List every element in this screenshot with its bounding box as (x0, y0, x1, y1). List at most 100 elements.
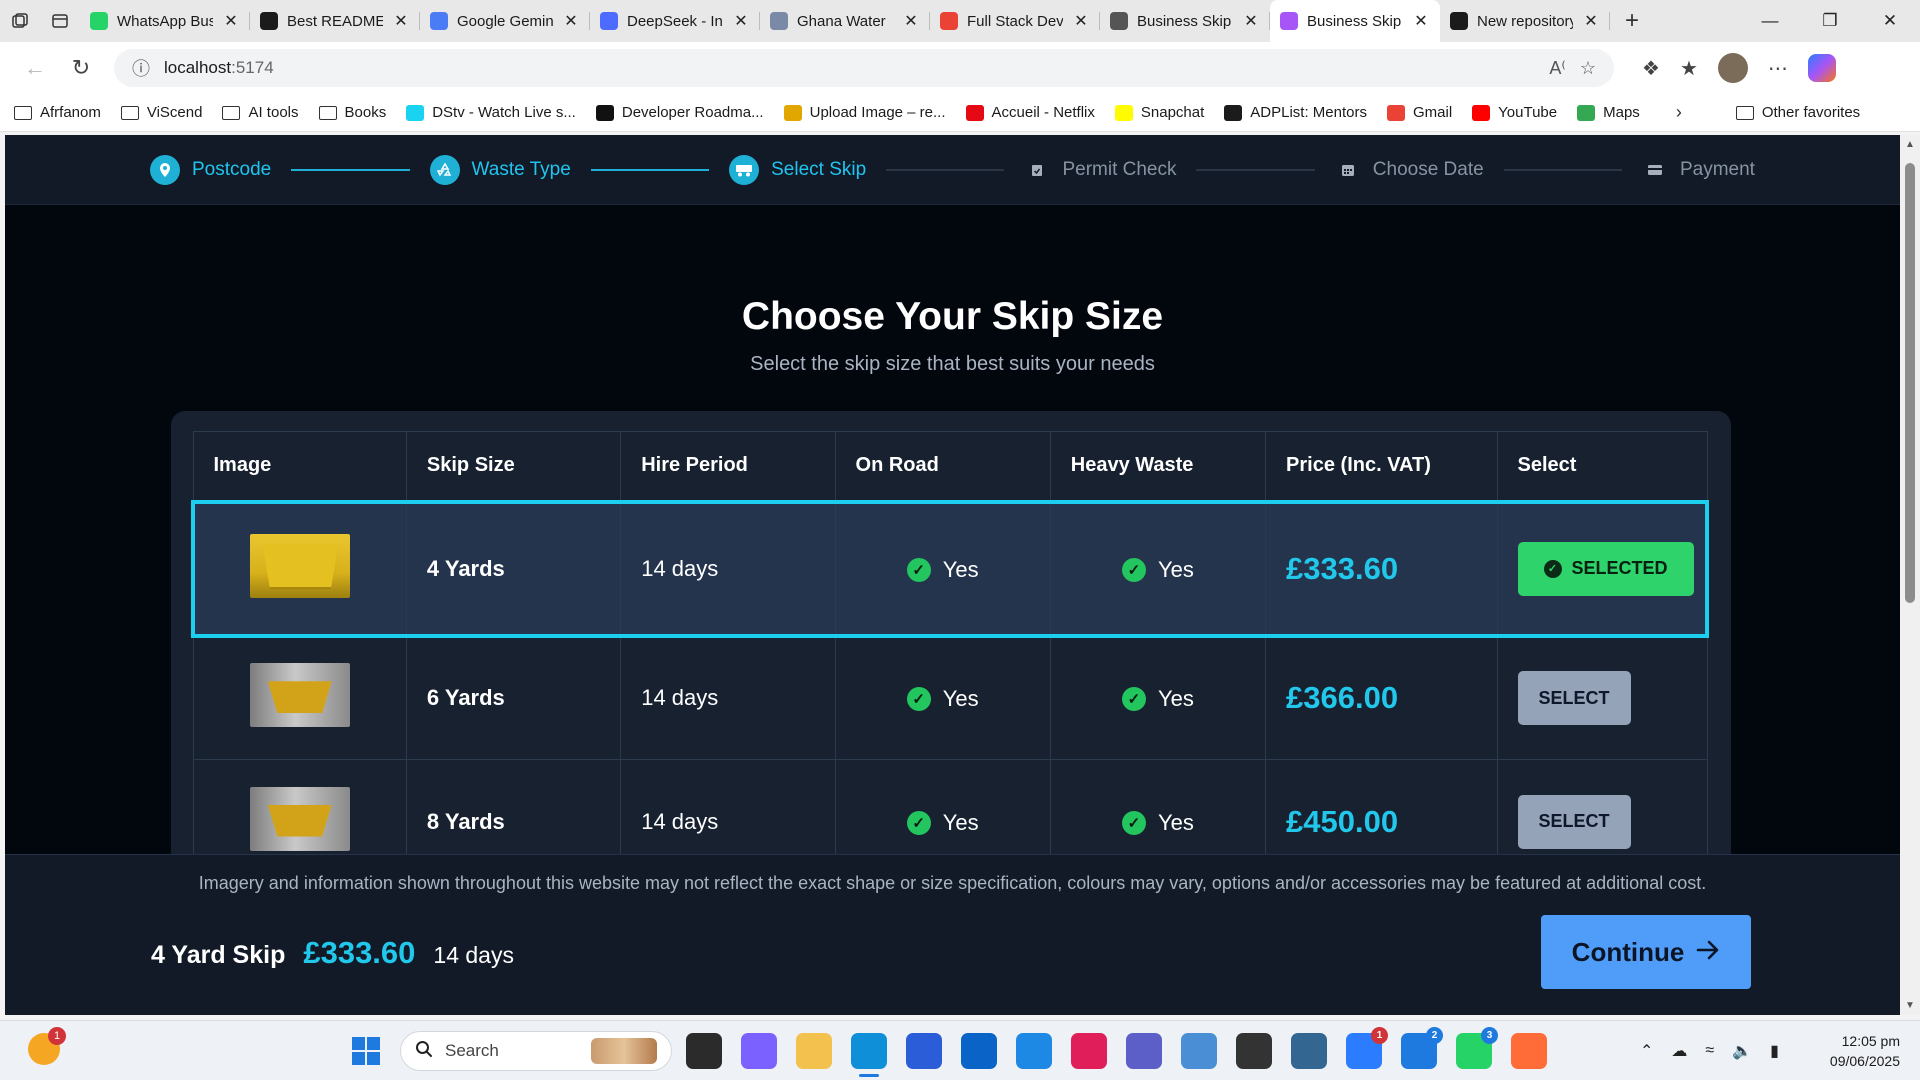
bookmark-item[interactable]: AI tools (222, 104, 299, 121)
close-icon[interactable]: ✕ (222, 11, 240, 31)
weather-widget-icon[interactable]: 1 (28, 1027, 66, 1065)
step-payment[interactable]: Payment (1642, 157, 1755, 183)
table-row[interactable]: 6 Yards 14 days ✓ Yes ✓ Yes £366.00 SELECT (192, 635, 1708, 760)
postman-icon[interactable] (1511, 1033, 1547, 1069)
teams-icon[interactable] (1126, 1033, 1162, 1069)
bookmark-item[interactable]: Snapchat (1114, 104, 1204, 121)
bookmark-item[interactable]: Books (318, 104, 386, 121)
select-button[interactable]: SELECT (1517, 671, 1631, 726)
other-favorites[interactable]: Other favorites (1735, 104, 1860, 121)
browser-tab[interactable]: New repository ✕ (1440, 0, 1610, 42)
close-icon[interactable]: ✕ (1242, 11, 1260, 31)
table-row[interactable]: 4 Yards 14 days ✓ Yes ✓ Yes £333.60 ✓ SELECTED (190, 499, 1709, 638)
more-options-icon[interactable]: ⋯ (1768, 56, 1788, 81)
copilot-m365-icon[interactable] (741, 1033, 777, 1069)
soccer-app-icon[interactable] (1236, 1033, 1272, 1069)
whatsapp-icon (90, 12, 108, 30)
site-info-icon[interactable]: ⓘ (132, 55, 150, 81)
read-aloud-icon[interactable]: A⁽ (1549, 58, 1565, 79)
bookmark-item[interactable]: Afrfanom (14, 104, 101, 121)
postgresql-icon[interactable] (1291, 1033, 1327, 1069)
browser-tab[interactable]: DeepSeek - Into ✕ (590, 0, 760, 42)
volume-icon[interactable]: 🔈 (1732, 1041, 1752, 1061)
new-tab-button[interactable]: + (1610, 0, 1654, 42)
notification-badge: 2 (1426, 1027, 1443, 1044)
outlook-icon[interactable] (961, 1033, 997, 1069)
browser-tab[interactable]: Business Skip ✕ (1270, 0, 1440, 42)
selected-button[interactable]: ✓ SELECTED (1517, 541, 1694, 596)
battery-icon[interactable]: ▮ (1770, 1041, 1779, 1061)
file-explorer-icon[interactable] (796, 1033, 832, 1069)
tab-actions-icon[interactable] (40, 0, 80, 42)
edge-icon[interactable] (851, 1033, 887, 1077)
taskbar-search-input[interactable]: Search (400, 1031, 672, 1071)
browser-tab[interactable]: Google Gemini ✕ (420, 0, 590, 42)
microsoft-store-icon[interactable] (906, 1033, 942, 1069)
bookmark-item[interactable]: Gmail (1387, 104, 1452, 121)
continue-button[interactable]: Continue (1541, 915, 1751, 989)
close-icon[interactable]: ✕ (902, 11, 920, 31)
step-label: Waste Type (471, 158, 571, 180)
step-permit-check[interactable]: Permit Check (1024, 157, 1176, 183)
close-icon[interactable]: ✕ (1412, 11, 1430, 31)
step-postcode[interactable]: Postcode (150, 154, 271, 185)
system-clock[interactable]: 12:05 pm 09/06/2025 (1810, 1031, 1900, 1071)
step-waste-type[interactable]: Waste Type (429, 154, 571, 185)
scroll-up-icon[interactable]: ▲ (1900, 139, 1920, 150)
url-field[interactable]: ⓘ localhost:5174 A⁽ ☆ (114, 49, 1614, 87)
back-button[interactable]: ← (12, 48, 58, 88)
scroll-down-icon[interactable]: ▼ (1900, 1000, 1920, 1011)
browser-tab[interactable]: Full Stack Dev ✕ (930, 0, 1100, 42)
whatsapp-icon[interactable]: 3 (1456, 1027, 1498, 1069)
browser-tab[interactable]: WhatsApp Business ✕ (80, 0, 250, 42)
onedrive-cloud-icon[interactable]: ☁ (1671, 1041, 1687, 1061)
bookmark-item[interactable]: DStv - Watch Live s... (406, 104, 576, 121)
close-icon[interactable]: ✕ (732, 11, 750, 31)
close-window-button[interactable]: ✕ (1860, 0, 1920, 42)
close-icon[interactable]: ✕ (392, 11, 410, 31)
task-view-icon[interactable] (686, 1033, 722, 1069)
reload-button[interactable]: ↻ (58, 48, 104, 88)
bookmark-item[interactable]: Upload Image – re... (783, 104, 946, 121)
chevron-right-icon[interactable]: › (1676, 102, 1682, 123)
select-button[interactable]: SELECT (1517, 794, 1631, 849)
profile-avatar[interactable] (1717, 53, 1748, 83)
bookmark-item[interactable]: ADPList: Mentors (1224, 104, 1367, 121)
vscode-icon[interactable] (1016, 1033, 1052, 1069)
folder-icon (14, 105, 32, 120)
favorites-icon[interactable]: ★ (1680, 56, 1698, 81)
bookmark-label: AI tools (248, 104, 299, 121)
upload-icon (783, 104, 802, 121)
favorite-star-icon[interactable]: ☆ (1580, 58, 1596, 79)
scrollbar-thumb[interactable] (1905, 163, 1915, 603)
extensions-icon[interactable]: ❖ (1642, 56, 1660, 81)
minimize-button[interactable]: — (1740, 0, 1800, 42)
windows-start-icon[interactable] (352, 1037, 380, 1065)
netflix-icon (965, 104, 984, 121)
browser-tab[interactable]: Best README ✕ (250, 0, 420, 42)
page-scrollbar[interactable]: ▲ ▼ (1900, 135, 1920, 1015)
bookmark-item[interactable]: ViScend (120, 104, 202, 121)
step-connector (1503, 168, 1622, 171)
bookmark-item[interactable]: Maps (1577, 104, 1640, 121)
messenger-icon[interactable]: 1 (1346, 1027, 1388, 1069)
browser-tab[interactable]: Business Skip ✕ (1100, 0, 1270, 42)
onedrive-icon[interactable] (1181, 1033, 1217, 1069)
browser-tab[interactable]: Ghana Water ✕ (760, 0, 930, 42)
step-select-skip[interactable]: Select Skip (729, 154, 866, 185)
bookmark-item[interactable]: Accueil - Netflix (965, 104, 1095, 121)
close-icon[interactable]: ✕ (1582, 11, 1600, 31)
close-icon[interactable]: ✕ (562, 11, 580, 31)
workspaces-icon[interactable] (0, 0, 40, 42)
copilot-icon[interactable] (1807, 54, 1836, 82)
bookmark-item[interactable]: YouTube (1472, 104, 1557, 121)
wifi-icon[interactable]: ≈ (1705, 1042, 1714, 1060)
slack-icon[interactable] (1071, 1033, 1107, 1069)
bookmarks-bar: Afrfanom ViScend AI tools Books DStv - Watch… (0, 94, 1920, 132)
chat-app-icon[interactable]: 2 (1401, 1027, 1443, 1069)
chevron-up-icon[interactable]: ⌃ (1640, 1041, 1653, 1061)
bookmark-item[interactable]: Developer Roadma... (595, 104, 764, 121)
close-icon[interactable]: ✕ (1072, 11, 1090, 31)
restore-button[interactable]: ❐ (1800, 0, 1860, 42)
step-choose-date[interactable]: Choose Date (1335, 157, 1484, 183)
